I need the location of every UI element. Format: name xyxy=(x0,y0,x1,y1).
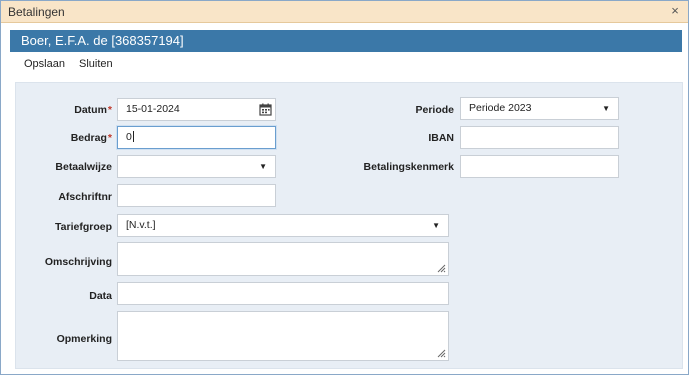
close-icon[interactable]: × xyxy=(668,3,682,19)
periode-label: Periode xyxy=(415,104,454,116)
chevron-down-icon: ▼ xyxy=(259,162,267,171)
betalingskenmerk-label: Betalingskenmerk xyxy=(363,161,454,173)
afschriftnr-field[interactable] xyxy=(117,184,276,207)
resize-grip-icon[interactable] xyxy=(437,349,446,358)
tariefgroep-label: Tariefgroep xyxy=(55,221,112,233)
save-button[interactable]: Opslaan xyxy=(24,58,65,70)
bedrag-value: 0 xyxy=(126,131,132,143)
chevron-down-icon: ▼ xyxy=(432,221,440,230)
periode-value: Periode 2023 xyxy=(469,102,532,114)
person-header: Boer, E.F.A. de [368357194] xyxy=(10,30,682,52)
close-button[interactable]: Sluiten xyxy=(79,58,113,70)
calendar-icon[interactable] xyxy=(259,103,272,116)
bedrag-field[interactable]: 0 xyxy=(117,126,276,149)
datum-label-text: Datum xyxy=(74,104,107,116)
toolbar: Opslaan Sluiten xyxy=(10,54,682,76)
tariefgroep-value: [N.v.t.] xyxy=(126,219,156,231)
data-label: Data xyxy=(89,290,112,302)
resize-grip-icon[interactable] xyxy=(437,264,446,273)
afschriftnr-label: Afschriftnr xyxy=(58,191,112,203)
payment-form: Datum* 15-01-2024 Bedrag* 0 Betaalwijze … xyxy=(15,82,683,369)
betalingskenmerk-field[interactable] xyxy=(460,155,619,178)
opmerking-textarea[interactable] xyxy=(117,311,449,361)
iban-label: IBAN xyxy=(428,132,454,144)
bedrag-label: Bedrag* xyxy=(16,131,112,145)
title-bar: Betalingen × xyxy=(1,1,688,23)
tariefgroep-select[interactable]: [N.v.t.] ▼ xyxy=(117,214,449,237)
datum-field[interactable]: 15-01-2024 xyxy=(117,98,276,121)
betalingen-window: Betalingen × Boer, E.F.A. de [368357194]… xyxy=(0,0,689,375)
datum-value: 15-01-2024 xyxy=(126,103,180,115)
betaalwijze-label: Betaalwijze xyxy=(55,161,112,173)
betaalwijze-select[interactable]: ▼ xyxy=(117,155,276,178)
data-field[interactable] xyxy=(117,282,449,305)
person-name: Boer, E.F.A. de [368357194] xyxy=(21,33,184,48)
periode-select[interactable]: Periode 2023 ▼ xyxy=(460,97,619,120)
window-title: Betalingen xyxy=(8,5,65,19)
required-mark: * xyxy=(107,104,112,116)
datum-label: Datum* xyxy=(16,103,112,117)
omschrijving-textarea[interactable] xyxy=(117,242,449,276)
opmerking-label: Opmerking xyxy=(56,333,112,345)
omschrijving-label: Omschrijving xyxy=(44,256,112,268)
bedrag-label-text: Bedrag xyxy=(70,132,107,144)
iban-field[interactable] xyxy=(460,126,619,149)
required-mark: * xyxy=(107,132,112,144)
text-caret xyxy=(132,131,134,142)
chevron-down-icon: ▼ xyxy=(602,104,610,113)
